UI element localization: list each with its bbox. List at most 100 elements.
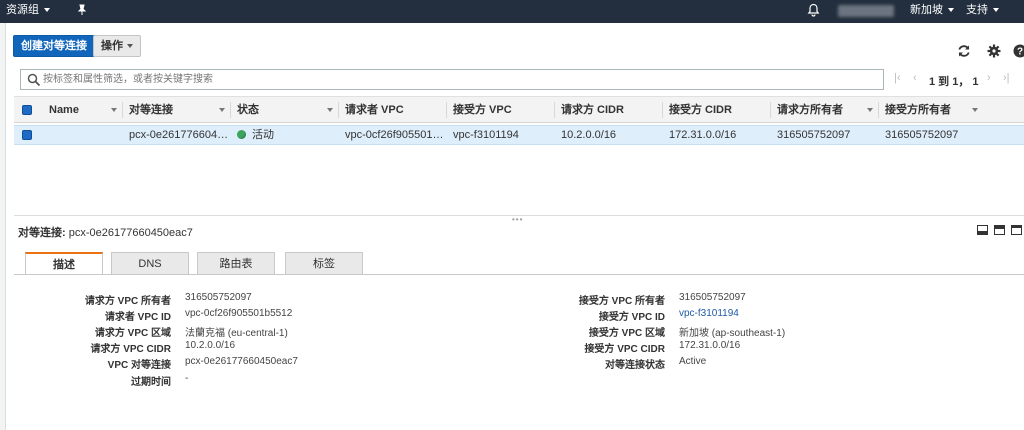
chevron-down-icon (993, 8, 999, 13)
cell-accepter-cidr: 172.31.0.0/16 (669, 129, 737, 141)
requester-vpc-id-label: 请求者 VPC ID (104, 312, 171, 323)
cell-accepter-owner: 316505752097 (885, 129, 959, 141)
support-menu[interactable]: 支持 (966, 0, 999, 23)
column-header-peering-connection[interactable]: 对等连接 (129, 97, 173, 123)
column-header-requester-owner[interactable]: 请求方所有者 (777, 97, 843, 123)
next-page-icon[interactable]: › (987, 72, 991, 84)
requester-vpc-cidr-value: 10.2.0.0/16 (185, 340, 236, 351)
column-divider (878, 102, 879, 118)
pin-icon[interactable] (76, 3, 88, 26)
layout-split-icon[interactable] (994, 225, 1005, 235)
detail-title: 对等连接: pcx-0e26177660450eac7 (18, 224, 193, 240)
region-selector[interactable]: 新加坡 (910, 0, 954, 23)
column-divider (554, 102, 555, 118)
requester-vpc-owner-value: 316505752097 (185, 292, 252, 303)
cell-requester-vpc: vpc-0cf26f905501… (345, 129, 443, 141)
sort-caret-icon[interactable] (327, 108, 333, 112)
resource-groups-label: 资源组 (6, 4, 39, 16)
tab-tags[interactable]: 标签 (285, 252, 363, 275)
detail-title-label: 对等连接: (18, 227, 66, 239)
left-sidebar-collapsed[interactable] (0, 23, 6, 430)
help-icon[interactable]: ? (1012, 44, 1024, 60)
column-divider (770, 102, 771, 118)
column-header-accepter-vpc[interactable]: 接受方 VPC (453, 97, 512, 123)
column-header-requester-vpc[interactable]: 请求者 VPC (345, 97, 404, 123)
actions-button[interactable]: 操作 (93, 35, 141, 57)
status-active-icon (237, 130, 246, 139)
vpc-peering-connection-label: VPC 对等连接 (107, 360, 171, 371)
chevron-down-icon (44, 8, 50, 13)
peering-status-value: Active (679, 356, 707, 367)
accepter-vpc-cidr-label: 接受方 VPC CIDR (584, 344, 665, 355)
cell-accepter-vpc: vpc-f3101194 (453, 129, 519, 141)
cell-status: 活动 (237, 126, 335, 145)
accepter-vpc-id-link[interactable]: vpc-f3101194 (679, 308, 739, 319)
requester-vpc-owner-label: 请求方 VPC 所有者 (84, 296, 171, 307)
select-all-checkbox[interactable] (22, 105, 32, 115)
tab-dns[interactable]: DNS (111, 252, 189, 275)
account-name-redacted[interactable] (838, 5, 894, 17)
tab-description[interactable]: 描述 (25, 252, 103, 275)
first-page-icon[interactable]: |‹ (894, 72, 901, 84)
refresh-icon[interactable] (956, 44, 972, 60)
splitter-grip-icon[interactable]: ••• (512, 216, 523, 224)
status-text: 活动 (252, 129, 274, 141)
expiration-time-label: 过期时间 (131, 377, 171, 388)
search-icon (27, 73, 41, 87)
sort-caret-icon[interactable] (867, 108, 873, 112)
column-divider (662, 102, 663, 118)
requester-vpc-cidr-label: 请求方 VPC CIDR (90, 344, 171, 355)
requester-vpc-id-value: vpc-0cf26f905501b5512 (185, 308, 293, 319)
column-header-accepter-owner[interactable]: 接受方所有者 (885, 97, 951, 123)
row-checkbox[interactable] (22, 130, 32, 140)
cell-peering-connection: pcx-0e261776604… (129, 129, 227, 141)
table-header: Name 对等连接 状态 请求者 VPC 接受方 VPC 请求方 CIDR 接受… (14, 96, 1024, 123)
filter-search-bar[interactable] (20, 69, 884, 90)
column-header-name[interactable]: Name (49, 97, 79, 123)
column-divider (122, 102, 123, 118)
support-label: 支持 (966, 4, 988, 16)
detail-title-value: pcx-0e26177660450eac7 (68, 227, 193, 239)
tabs-divider (14, 274, 1024, 275)
expiration-time-value: - (185, 373, 189, 384)
column-divider (446, 102, 447, 118)
requester-vpc-region-value: 法蘭克福 (eu-central-1) (185, 328, 288, 339)
layout-full-icon[interactable] (1011, 225, 1022, 235)
cell-requester-owner: 316505752097 (777, 129, 851, 141)
chevron-down-icon (948, 8, 954, 13)
pagination-text: 1 到 1， 1 (929, 76, 979, 88)
tab-route-tables[interactable]: 路由表 (197, 252, 275, 275)
layout-bottom-icon[interactable] (977, 225, 988, 235)
resource-groups-menu[interactable]: 资源组 (6, 0, 50, 23)
accepter-vpc-cidr-value: 172.31.0.0/16 (679, 340, 741, 351)
actions-label: 操作 (101, 40, 123, 52)
sort-caret-icon[interactable] (219, 108, 225, 112)
accepter-vpc-region-value: 新加坡 (ap-southeast-1) (679, 328, 786, 339)
cell-name (49, 126, 119, 145)
accepter-vpc-owner-value: 316505752097 (679, 292, 746, 303)
top-navigation-bar: 资源组 新加坡 支持 (0, 0, 1024, 23)
last-page-icon[interactable]: ›| (1003, 72, 1010, 84)
create-peering-connection-button[interactable]: 创建对等连接 (13, 35, 95, 57)
cell-requester-cidr: 10.2.0.0/16 (561, 129, 617, 141)
search-input[interactable] (43, 72, 863, 87)
requester-vpc-region-label: 请求方 VPC 区域 (94, 328, 171, 339)
vpc-peering-connection-value: pcx-0e26177660450eac7 (185, 356, 298, 367)
sort-caret-icon[interactable] (111, 108, 117, 112)
previous-page-icon[interactable]: ‹ (913, 72, 917, 84)
column-divider (230, 102, 231, 118)
sort-caret-icon[interactable] (972, 108, 978, 112)
gear-icon[interactable] (986, 44, 1002, 60)
accepter-vpc-region-label: 接受方 VPC 区域 (588, 328, 665, 339)
bell-icon[interactable] (807, 3, 820, 26)
column-divider (338, 102, 339, 118)
column-header-accepter-cidr[interactable]: 接受方 CIDR (669, 97, 732, 123)
region-label: 新加坡 (910, 4, 943, 16)
column-header-status[interactable]: 状态 (237, 97, 259, 123)
table-row[interactable]: pcx-0e261776604… 活动 vpc-0cf26f905501… vp… (14, 125, 1024, 145)
column-header-requester-cidr[interactable]: 请求方 CIDR (561, 97, 624, 123)
svg-text:?: ? (1017, 47, 1023, 58)
peering-status-label: 对等连接状态 (605, 360, 665, 371)
accepter-vpc-owner-label: 接受方 VPC 所有者 (578, 296, 665, 307)
accepter-vpc-id-label: 接受方 VPC ID (598, 312, 665, 323)
